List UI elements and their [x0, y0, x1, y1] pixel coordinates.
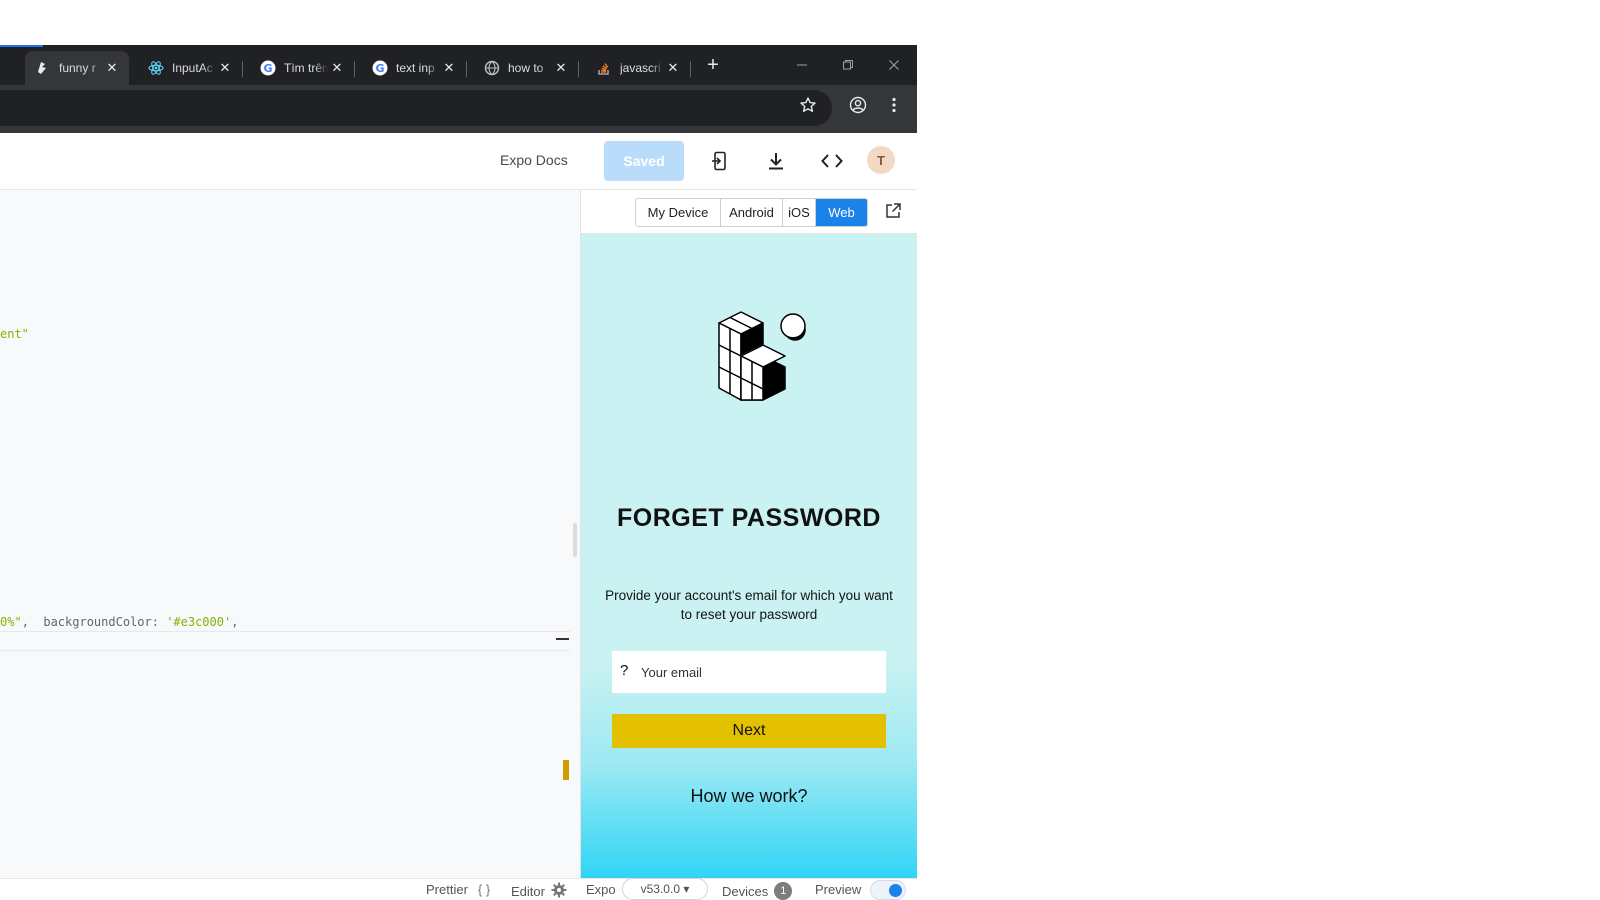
snack-header: Expo Docs Saved T — [0, 133, 917, 190]
app-preview: FORGET PASSWORD Provide your account's e… — [581, 234, 917, 878]
description-text: Provide your account's email for which y… — [605, 588, 893, 622]
sdk-version-select[interactable]: v53.0.0 ▾ — [622, 878, 708, 900]
scroll-marker — [563, 760, 569, 780]
close-icon[interactable]: ✕ — [103, 59, 121, 77]
gear-icon — [551, 882, 567, 900]
code-line: ent" — [0, 327, 29, 341]
device-selector: My Device Android iOS Web — [635, 198, 868, 227]
code-string: ent" — [0, 327, 29, 341]
tab-web[interactable]: Web — [816, 199, 867, 226]
next-button[interactable]: Next — [612, 714, 886, 748]
fold-toggle-icon[interactable] — [556, 638, 569, 640]
tab-label: funny r — [59, 61, 96, 75]
close-icon[interactable]: ✕ — [664, 59, 682, 77]
email-field[interactable]: ? Your email — [612, 651, 886, 693]
svg-text:G: G — [375, 62, 384, 75]
devices-button[interactable]: Devices 1 — [722, 882, 793, 900]
browser-tab-strip: ✕ funny r ✕ InputAc ✕ G Tìm trên ✕ — [0, 45, 917, 85]
page-title: FORGET PASSWORD — [617, 504, 881, 532]
tab-label: Tìm trên — [284, 61, 328, 75]
tab-label: InputAc — [172, 61, 213, 75]
restore-icon[interactable] — [833, 54, 863, 76]
tab-divider — [466, 61, 467, 77]
snack-icon — [35, 60, 51, 76]
editor-settings-button[interactable]: Editor — [511, 882, 567, 900]
code-string: 0%" — [0, 615, 22, 629]
close-icon[interactable]: ✕ — [216, 59, 234, 77]
tab-divider — [354, 61, 355, 77]
devices-label: Devices — [722, 883, 769, 899]
browser-toolbar — [0, 85, 917, 133]
avatar[interactable]: T — [867, 146, 895, 174]
run-on-device-icon[interactable] — [706, 147, 734, 175]
open-external-icon[interactable] — [884, 202, 902, 220]
editor-label: Editor — [511, 884, 545, 899]
more-menu-icon[interactable] — [880, 91, 908, 119]
browser-tab-inputac[interactable]: InputAc ✕ — [138, 51, 243, 85]
download-icon[interactable] — [762, 147, 790, 175]
embed-code-icon[interactable] — [818, 147, 846, 175]
tab-android[interactable]: Android — [721, 199, 783, 226]
code-string: '#e3c000' — [166, 615, 232, 629]
expo-label: Expo — [586, 882, 616, 897]
tab-my-device[interactable]: My Device — [636, 199, 721, 226]
tab-label: javascri — [620, 61, 661, 75]
preview-label: Preview — [815, 882, 861, 897]
devices-count-badge: 1 — [774, 882, 793, 900]
browser-tab-partial[interactable]: ✕ — [0, 51, 10, 85]
profile-icon[interactable] — [844, 91, 872, 119]
pane-resize-handle[interactable] — [573, 523, 577, 557]
tab-label: how to — [508, 61, 544, 75]
tab-label: text inp — [396, 61, 435, 75]
code-editor[interactable]: ent" 0%", backgroundColor: '#e3c000', — [0, 190, 581, 878]
email-placeholder: Your email — [641, 665, 702, 680]
prettier-button[interactable]: Prettier { } — [426, 882, 490, 897]
close-icon[interactable]: ✕ — [328, 59, 346, 77]
bookmark-star-icon[interactable] — [794, 91, 822, 119]
status-bar: Prettier { } Editor Expo v53.0.0 ▾ Devic… — [0, 878, 917, 900]
google-icon: G — [260, 60, 276, 76]
help-icon: ? — [620, 662, 629, 679]
tab-divider — [242, 61, 243, 77]
preview-pane: My Device Android iOS Web FORGET PASSWOR… — [581, 190, 917, 878]
close-icon[interactable]: ✕ — [552, 59, 570, 77]
app-window: ✕ funny r ✕ InputAc ✕ G Tìm trên ✕ — [0, 0, 917, 900]
browser-tab-funny[interactable]: funny r ✕ — [25, 51, 129, 85]
toggle-knob — [889, 884, 902, 897]
minimize-icon[interactable] — [787, 54, 817, 76]
code-line: 0%", backgroundColor: '#e3c000', — [0, 615, 238, 629]
window-close-icon[interactable] — [879, 54, 909, 76]
tab-ios[interactable]: iOS — [783, 199, 816, 226]
prettier-label: Prettier — [426, 882, 468, 897]
stackoverflow-icon — [596, 60, 612, 76]
preview-label-text: Preview — [815, 882, 862, 897]
svg-text:G: G — [263, 62, 272, 75]
code-text: , backgroundColor: — [21, 615, 167, 629]
current-line-highlight — [0, 631, 570, 651]
cubes-logo-icon — [696, 304, 806, 414]
address-bar[interactable] — [0, 90, 832, 126]
device-selector-bar: My Device Android iOS Web — [581, 190, 917, 234]
tab-divider — [690, 61, 691, 77]
react-icon — [148, 60, 164, 76]
how-we-work-link[interactable]: How we work? — [581, 786, 917, 807]
code-text: , — [231, 615, 239, 629]
browser-tab-textinp[interactable]: G text inp ✕ — [362, 51, 467, 85]
browser-tab-howto[interactable]: how to ✕ — [474, 51, 579, 85]
google-icon: G — [372, 60, 388, 76]
browser-tab-timtren[interactable]: G Tìm trên ✕ — [250, 51, 355, 85]
new-tab-button[interactable]: + — [702, 54, 724, 76]
braces-icon: { } — [477, 882, 491, 897]
expo-label-text: Expo — [586, 882, 616, 897]
preview-toggle[interactable] — [870, 880, 906, 900]
close-icon[interactable]: ✕ — [440, 59, 458, 77]
browser-tab-javascri[interactable]: javascri ✕ — [586, 51, 691, 85]
saved-button[interactable]: Saved — [604, 141, 684, 181]
expo-docs-link[interactable]: Expo Docs — [500, 152, 568, 168]
tab-divider — [578, 61, 579, 77]
globe-icon — [484, 60, 500, 76]
loading-indicator — [0, 45, 43, 47]
